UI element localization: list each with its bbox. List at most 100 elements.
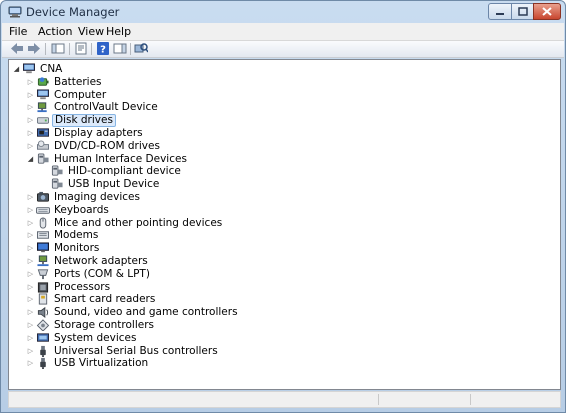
tree-node-keyboards[interactable]: ▷ Keyboards bbox=[9, 204, 549, 217]
back-icon[interactable] bbox=[10, 42, 24, 55]
expand-arrow-icon[interactable]: ▷ bbox=[27, 345, 34, 358]
menu-help[interactable]: Help bbox=[106, 25, 131, 38]
expand-arrow-icon[interactable]: ▷ bbox=[27, 204, 34, 217]
expand-arrow-icon[interactable]: ▷ bbox=[27, 281, 34, 294]
expand-arrow-icon[interactable]: ▷ bbox=[27, 89, 34, 102]
toolbar-separator bbox=[130, 43, 131, 55]
tree-node-display-adapters[interactable]: ▷ Display adapters bbox=[9, 127, 549, 140]
tree-node-label: Mice and other pointing devices bbox=[54, 216, 223, 229]
collapse-arrow-icon[interactable]: ◢ bbox=[13, 63, 20, 76]
toolbar-separator bbox=[91, 43, 92, 55]
expand-arrow-icon[interactable]: ▷ bbox=[27, 76, 34, 89]
tree-node-storage-controllers[interactable]: ▷ Storage controllers bbox=[9, 319, 549, 332]
storage-controller-icon bbox=[36, 319, 50, 332]
title-bar[interactable]: Device Manager bbox=[1, 1, 565, 23]
expand-arrow-icon[interactable]: ▷ bbox=[27, 293, 34, 306]
scan-hardware-changes-icon[interactable] bbox=[134, 42, 149, 55]
menu-action[interactable]: Action bbox=[38, 25, 72, 38]
forward-icon[interactable] bbox=[27, 42, 41, 55]
close-icon bbox=[542, 7, 552, 16]
properties-icon[interactable] bbox=[74, 42, 88, 55]
expand-arrow-icon[interactable]: ▷ bbox=[27, 101, 34, 114]
minimize-button[interactable] bbox=[488, 3, 512, 20]
show-hide-action-pane-icon[interactable] bbox=[113, 42, 127, 55]
system-device-icon bbox=[36, 332, 50, 344]
hid-icon bbox=[36, 153, 50, 165]
tree-node-label: Network adapters bbox=[54, 255, 148, 267]
help-icon[interactable]: ? bbox=[96, 42, 110, 56]
tree-node-sound-video-and-game-controllers[interactable]: ▷ Sound, video and game controllers bbox=[9, 306, 549, 319]
expand-arrow-icon[interactable]: ▷ bbox=[27, 319, 34, 332]
tree-node-label: Display adapters bbox=[54, 127, 143, 139]
expand-arrow-icon[interactable]: ▷ bbox=[27, 191, 34, 204]
tree-node-hid-compliant-device[interactable]: HID-compliant device bbox=[9, 165, 549, 178]
tree-node-label: HID-compliant device bbox=[68, 165, 181, 178]
expand-arrow-icon[interactable]: ▷ bbox=[27, 217, 34, 230]
expand-arrow-icon[interactable]: ▷ bbox=[27, 229, 34, 242]
device-tree[interactable]: ◢ CNA ▷ Batteries ▷ Computer ▷ ControlVault Dev… bbox=[8, 59, 561, 390]
tree-node-label: Imaging devices bbox=[54, 191, 140, 203]
tree-node-disk-drives[interactable]: ▷ Disk drives bbox=[9, 114, 549, 128]
network-device-icon bbox=[36, 101, 50, 113]
speaker-icon bbox=[36, 306, 50, 319]
menu-bar: File Action View Help bbox=[2, 23, 564, 41]
tree-node-label: USB Input Device bbox=[68, 178, 160, 191]
menu-view[interactable]: View bbox=[78, 25, 104, 38]
maximize-icon bbox=[517, 7, 528, 16]
tree-node-ports-com-lpt[interactable]: ▷ Ports (COM & LPT) bbox=[9, 268, 549, 281]
tree-node-label: Human Interface Devices bbox=[54, 152, 187, 165]
tree-node-label: Modems bbox=[54, 229, 99, 242]
camera-icon bbox=[36, 191, 50, 203]
tree-node-controlvault-device[interactable]: ▷ ControlVault Device bbox=[9, 101, 549, 114]
tree-node-mice-and-other-pointing-devices[interactable]: ▷ Mice and other pointing devices bbox=[9, 217, 549, 230]
status-separator bbox=[378, 394, 379, 405]
tree-node-network-adapters[interactable]: ▷ Network adapters bbox=[9, 255, 549, 268]
collapse-arrow-icon[interactable]: ◢ bbox=[27, 153, 34, 166]
menu-file[interactable]: File bbox=[9, 25, 27, 38]
tree-node-label: Disk drives bbox=[52, 114, 116, 128]
expand-arrow-icon[interactable]: ▷ bbox=[27, 127, 34, 140]
expand-arrow-icon[interactable]: ▷ bbox=[27, 140, 34, 153]
expand-arrow-icon[interactable]: ▷ bbox=[27, 268, 34, 281]
tree-node-dvd-cd-rom-drives[interactable]: ▷ DVD/CD-ROM drives bbox=[9, 140, 549, 153]
hid-icon bbox=[50, 178, 64, 190]
tree-node-usb-virtualization[interactable]: ▷ USB Virtualization bbox=[9, 357, 549, 370]
expand-arrow-icon[interactable]: ▷ bbox=[27, 242, 34, 255]
tree-node-modems[interactable]: ▷ Modems bbox=[9, 229, 549, 242]
status-bar bbox=[8, 391, 561, 408]
tree-node-label: USB Virtualization bbox=[54, 357, 149, 370]
expand-arrow-icon[interactable]: ▷ bbox=[27, 114, 34, 127]
tree-node-processors[interactable]: ▷ Processors bbox=[9, 281, 549, 294]
tree-node-label: System devices bbox=[54, 331, 137, 344]
tree-node-label: ControlVault Device bbox=[54, 101, 158, 114]
tree-node-computer[interactable]: ▷ Computer bbox=[9, 89, 549, 102]
expand-arrow-icon[interactable]: ▷ bbox=[27, 357, 34, 370]
status-separator bbox=[470, 394, 471, 405]
monitor-icon bbox=[36, 242, 50, 254]
expand-arrow-icon[interactable]: ▷ bbox=[27, 332, 34, 345]
tree-node-label: Ports (COM & LPT) bbox=[54, 267, 150, 280]
tree-node-system-devices[interactable]: ▷ System devices bbox=[9, 332, 549, 345]
tree-node-label: Sound, video and game controllers bbox=[54, 306, 238, 319]
keyboard-icon bbox=[36, 204, 50, 216]
tree-node-smart-card-readers[interactable]: ▷ Smart card readers bbox=[9, 293, 549, 306]
tree-root-cna[interactable]: ◢ CNA bbox=[9, 63, 549, 76]
toolbar-separator bbox=[69, 43, 70, 55]
show-hide-console-tree-icon[interactable] bbox=[51, 42, 65, 55]
usb-icon bbox=[36, 345, 50, 357]
toolbar: ? bbox=[2, 41, 564, 58]
toolbar-separator bbox=[45, 43, 46, 55]
tree-node-usb-input-device[interactable]: USB Input Device bbox=[9, 178, 549, 191]
tree-node-imaging-devices[interactable]: ▷ Imaging devices bbox=[9, 191, 549, 204]
close-button[interactable] bbox=[533, 3, 561, 20]
expand-arrow-icon[interactable]: ▷ bbox=[27, 255, 34, 268]
expand-arrow-icon[interactable]: ▷ bbox=[27, 306, 34, 319]
tree-node-batteries[interactable]: ▷ Batteries bbox=[9, 76, 549, 89]
maximize-button[interactable] bbox=[511, 3, 534, 20]
smart-card-reader-icon bbox=[36, 293, 50, 305]
tree-node-monitors[interactable]: ▷ Monitors bbox=[9, 242, 549, 255]
tree-node-label: Processors bbox=[54, 280, 111, 293]
tree-node-universal-serial-bus-controllers[interactable]: ▷ Universal Serial Bus controllers bbox=[9, 345, 549, 358]
tree-node-human-interface-devices[interactable]: ◢ Human Interface Devices bbox=[9, 153, 549, 166]
usb-icon bbox=[36, 357, 50, 370]
